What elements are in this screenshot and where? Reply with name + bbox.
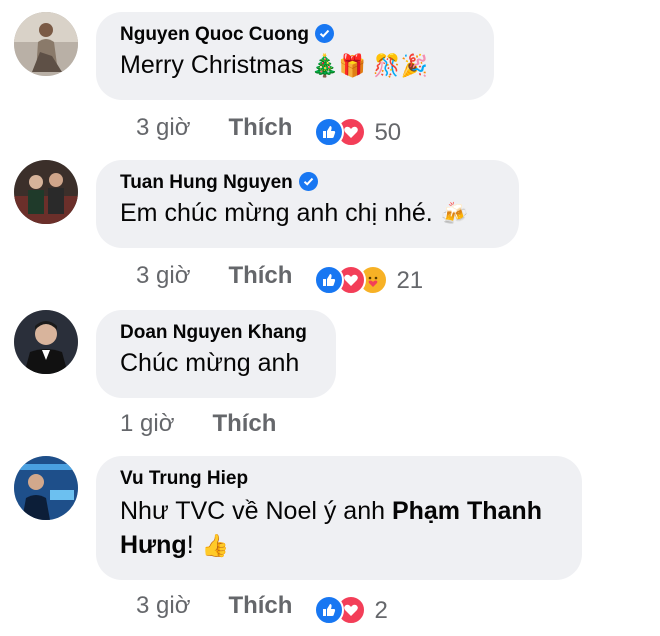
thumbs-up-emoji: 👍 [201, 534, 230, 559]
avatar[interactable] [14, 456, 78, 520]
comment-actions: 1 giờ Thích [120, 408, 298, 440]
commenter-name[interactable]: Vu Trung Hiep [120, 466, 558, 492]
comment-bubble: Tuan Hung Nguyen Em chúc mừng anh chị nh… [96, 160, 519, 248]
avatar[interactable] [14, 12, 78, 76]
comment-bubble: Doan Nguyen Khang Chúc mừng anh [96, 310, 336, 398]
emoji-sequence: 🎄🎁 🎊🎉 [311, 54, 428, 79]
like-button[interactable]: Thích [212, 408, 276, 440]
comment-actions: 3 giờ Thích 21 [136, 260, 423, 295]
like-button[interactable]: Thích [228, 112, 292, 144]
like-button[interactable]: Thích [228, 590, 292, 622]
timestamp[interactable]: 3 giờ [136, 590, 190, 622]
commenter-name[interactable]: Tuan Hung Nguyen [120, 172, 293, 193]
comment-actions: 3 giờ Thích 50 [136, 112, 401, 147]
commenter-name[interactable]: Doan Nguyen Khang [120, 320, 312, 346]
timestamp[interactable]: 3 giờ [136, 112, 190, 144]
verified-badge-icon [298, 172, 318, 191]
comment-bubble: Nguyen Quoc Cuong Merry Christmas 🎄🎁 🎊🎉 [96, 12, 494, 100]
comment-text: Merry Christmas [120, 51, 304, 79]
reaction-count: 2 [374, 597, 388, 624]
verified-badge-icon [314, 24, 334, 43]
reaction-count: 21 [396, 267, 424, 294]
comment-actions: 3 giờ Thích 2 [136, 590, 388, 625]
avatar[interactable] [14, 160, 78, 224]
comment-text: Chúc mừng anh [120, 349, 300, 377]
comment-text: Em chúc mừng anh chị nhé. [120, 199, 433, 227]
reaction-summary[interactable]: 2 [314, 595, 388, 625]
timestamp[interactable]: 3 giờ [136, 260, 190, 292]
reaction-summary[interactable]: 21 [314, 265, 423, 295]
emoji-sequence: 🍻 [440, 202, 469, 227]
comment-text: Như TVC về Noel ý anh [120, 497, 392, 525]
timestamp[interactable]: 1 giờ [120, 408, 174, 440]
reaction-summary[interactable]: 50 [314, 117, 401, 147]
like-button[interactable]: Thích [228, 260, 292, 292]
reaction-count: 50 [374, 119, 402, 146]
comment-bubble: Vu Trung Hiep Như TVC về Noel ý anh Phạm… [96, 456, 582, 580]
avatar[interactable] [14, 310, 78, 374]
comment-text-end: ! [186, 531, 194, 559]
commenter-name[interactable]: Nguyen Quoc Cuong [120, 24, 309, 45]
